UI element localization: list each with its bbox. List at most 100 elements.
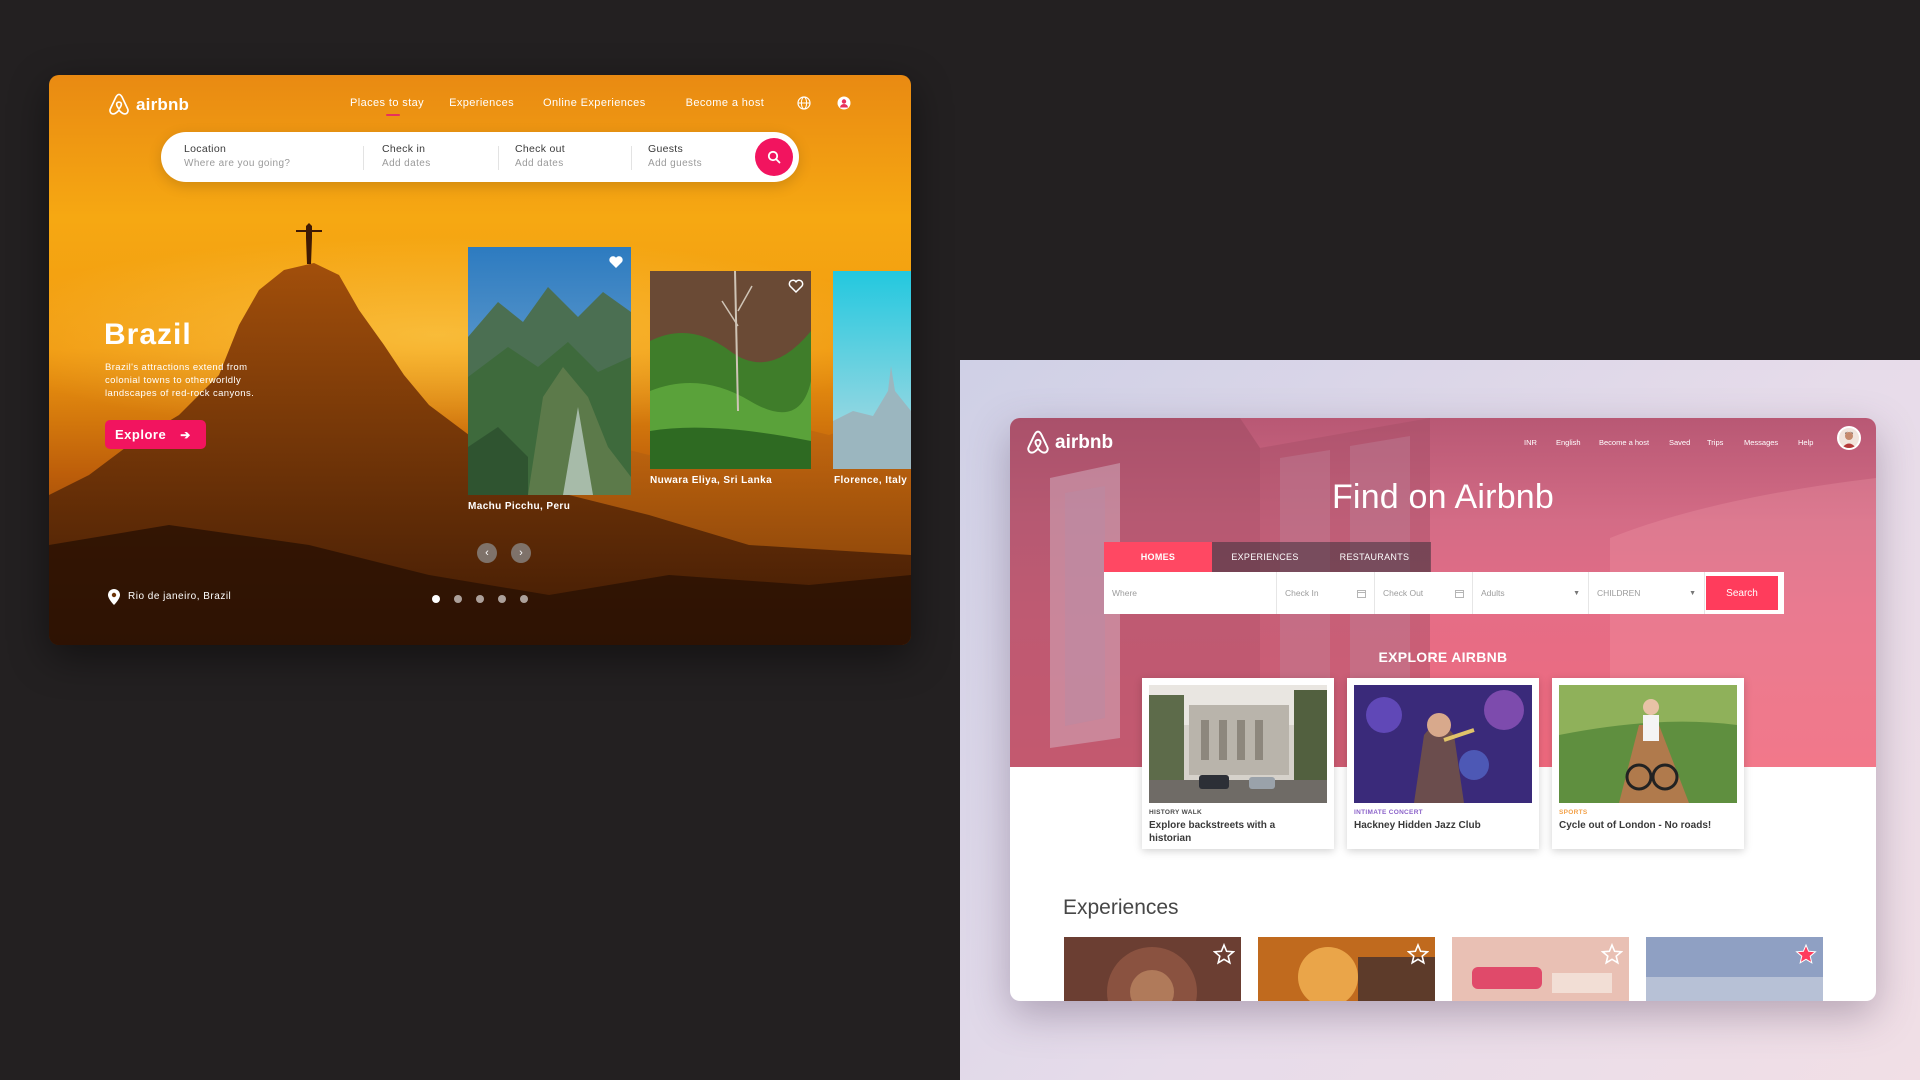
card-caption: Nuwara Eliya, Sri Lanka xyxy=(650,475,773,486)
card-category: INTIMATE CONCERT xyxy=(1354,809,1423,816)
divider xyxy=(631,146,632,170)
hero-location: Rio de janeiro, Brazil xyxy=(128,591,232,602)
nav-language[interactable]: English xyxy=(1556,438,1581,447)
main-nav: Places to stay Experiences Online Experi… xyxy=(350,97,765,116)
cycling-image xyxy=(1559,685,1737,803)
destination-card-florence[interactable] xyxy=(833,271,911,469)
star-outline-icon[interactable] xyxy=(1213,943,1235,965)
adults-placeholder: Adults xyxy=(1481,588,1505,598)
guests-field[interactable]: Guests Add guests xyxy=(648,143,702,169)
explore-button[interactable]: Explore ➔ xyxy=(105,420,206,449)
florence-image xyxy=(833,271,911,469)
star-outline-icon[interactable] xyxy=(1601,943,1623,965)
avatar[interactable] xyxy=(1837,426,1861,450)
history-walk-image xyxy=(1149,685,1327,803)
brand-name: airbnb xyxy=(1055,432,1114,453)
experience-card[interactable] xyxy=(1064,937,1241,1001)
search-bar: Location Where are you going? Check in A… xyxy=(161,132,799,182)
pagination-dot[interactable] xyxy=(520,595,528,603)
hero-title: Brazil xyxy=(104,318,192,351)
tab-homes[interactable]: HOMES xyxy=(1104,542,1212,572)
card-title: Cycle out of London - No roads! xyxy=(1559,820,1712,831)
star-filled-icon[interactable] xyxy=(1795,943,1817,965)
check-out-placeholder: Check Out xyxy=(1383,588,1424,598)
page-headline: Find on Airbnb xyxy=(1331,478,1555,516)
nav-online-experiences[interactable]: Online Experiences xyxy=(543,97,646,109)
pagination-dot[interactable] xyxy=(498,595,506,603)
nav-currency[interactable]: INR xyxy=(1524,438,1537,447)
experience-card[interactable] xyxy=(1452,937,1629,1001)
airbnb-logo[interactable]: airbnb xyxy=(1024,428,1113,458)
experience-card[interactable] xyxy=(1258,937,1435,1001)
airbnb-logo-icon xyxy=(1027,430,1049,454)
card-title: Hackney Hidden Jazz Club xyxy=(1354,820,1481,831)
check-out-field[interactable]: Check Out xyxy=(1375,572,1473,614)
experiences-heading: Experiences xyxy=(1063,896,1179,919)
chevron-left-icon: ‹ xyxy=(485,547,489,559)
check-out-label: Check out xyxy=(515,143,565,155)
nuwara-eliya-image xyxy=(650,271,811,469)
explore-card[interactable]: INTIMATE CONCERT Hackney Hidden Jazz Clu… xyxy=(1347,678,1539,849)
star-outline-icon[interactable] xyxy=(1407,943,1429,965)
tab-experiences[interactable]: EXPERIENCES xyxy=(1212,542,1318,572)
airbnb-brazil-mockup: airbnb Places to stay Experiences Online… xyxy=(49,75,911,645)
pagination-dot[interactable] xyxy=(476,595,484,603)
explore-heading: EXPLORE AIRBNB xyxy=(1378,649,1508,665)
nav-become-host[interactable]: Become a host xyxy=(686,97,765,109)
check-in-label: Check in xyxy=(382,143,426,155)
children-select[interactable]: CHILDREN ▼ xyxy=(1589,572,1705,614)
search-button[interactable]: Search xyxy=(1706,576,1778,610)
airbnb-logo[interactable]: airbnb xyxy=(106,92,189,118)
where-placeholder: Where xyxy=(1112,588,1138,598)
tab-restaurants[interactable]: RESTAURANTS xyxy=(1318,542,1431,572)
guests-placeholder: Add guests xyxy=(648,158,703,169)
explore-card[interactable]: SPORTS Cycle out of London - No roads! xyxy=(1552,678,1744,849)
search-form: Where Check In Check Out Adults ▼ CHILDR… xyxy=(1104,572,1784,614)
globe-icon[interactable] xyxy=(797,96,811,110)
guests-label: Guests xyxy=(648,143,684,155)
pagination-dot[interactable] xyxy=(432,595,440,603)
nav-help[interactable]: Help xyxy=(1798,438,1813,447)
nav-places-to-stay[interactable]: Places to stay xyxy=(350,97,424,116)
chevron-right-icon: › xyxy=(519,547,523,559)
divider xyxy=(363,146,364,170)
calendar-icon xyxy=(1455,589,1464,598)
explore-label: Explore xyxy=(115,427,167,442)
card-caption: Florence, Italy xyxy=(834,475,908,486)
where-field[interactable]: Where xyxy=(1104,572,1277,614)
machu-picchu-image xyxy=(468,247,631,495)
carousel-next-button[interactable]: › xyxy=(511,543,531,563)
nav-trips[interactable]: Trips xyxy=(1707,438,1723,447)
destination-card-nuwara-eliya[interactable] xyxy=(650,271,811,469)
check-in-field[interactable]: Check in Add dates xyxy=(382,143,431,169)
search-button[interactable] xyxy=(755,138,793,176)
pagination-dot[interactable] xyxy=(454,595,462,603)
user-icon[interactable] xyxy=(837,96,851,110)
location-label: Location xyxy=(184,143,227,155)
nav-become-host[interactable]: Become a host xyxy=(1599,438,1649,447)
card-caption: Machu Picchu, Peru xyxy=(468,501,571,512)
jazz-club-image xyxy=(1354,685,1532,803)
dropdown-caret-icon: ▼ xyxy=(1689,589,1696,597)
destination-card-machu-picchu[interactable] xyxy=(468,247,631,495)
airbnb-logo-icon xyxy=(109,93,129,115)
location-placeholder: Where are you going? xyxy=(184,158,291,169)
search-icon xyxy=(767,150,781,164)
location-field[interactable]: Location Where are you going? xyxy=(184,143,290,169)
user-avatar-icon xyxy=(1842,431,1856,448)
experience-card[interactable] xyxy=(1646,937,1823,1001)
nav-messages[interactable]: Messages xyxy=(1744,438,1778,447)
check-in-field[interactable]: Check In xyxy=(1277,572,1375,614)
adults-select[interactable]: Adults ▼ xyxy=(1473,572,1589,614)
explore-card[interactable]: HISTORY WALK Explore backstreets with a … xyxy=(1142,678,1334,849)
children-placeholder: CHILDREN xyxy=(1597,588,1641,598)
calendar-icon xyxy=(1357,589,1366,598)
heart-outline-icon[interactable] xyxy=(788,278,804,294)
nav-saved[interactable]: Saved xyxy=(1669,438,1690,447)
nav-experiences[interactable]: Experiences xyxy=(449,97,514,109)
carousel-pagination xyxy=(432,595,528,603)
airbnb-find-mockup: airbnb INR English Become a host Saved T… xyxy=(1010,418,1876,1001)
carousel-prev-button[interactable]: ‹ xyxy=(477,543,497,563)
check-out-field[interactable]: Check out Add dates xyxy=(515,143,565,169)
heart-icon[interactable] xyxy=(608,254,624,270)
